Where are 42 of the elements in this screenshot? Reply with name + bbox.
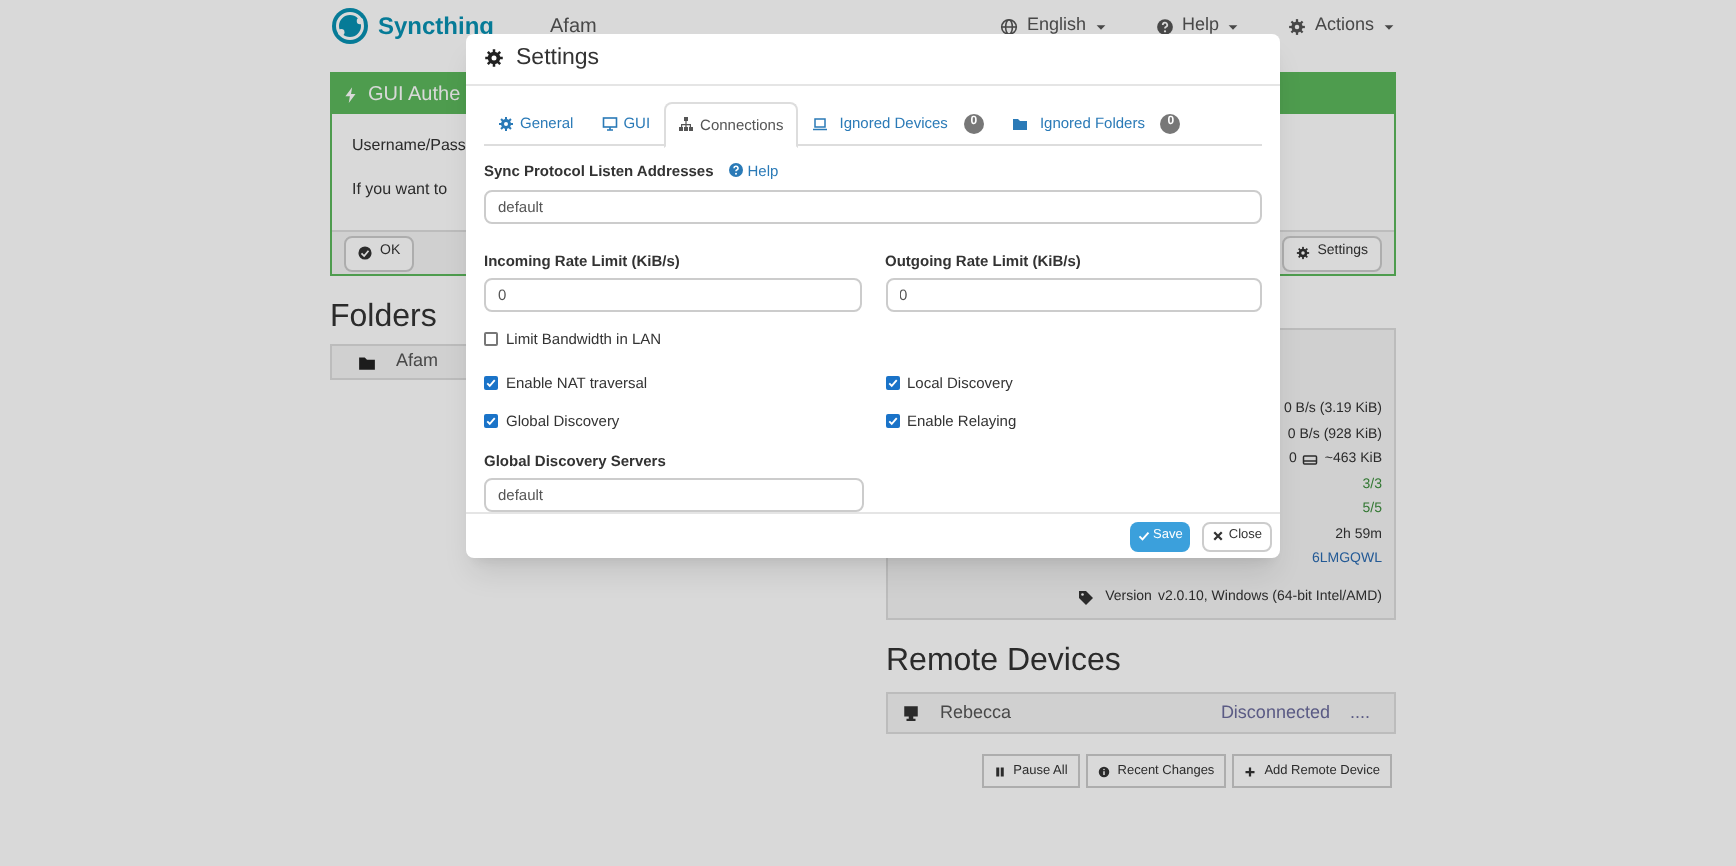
checkbox[interactable] (484, 332, 498, 347)
notice-text: If you want to (352, 178, 448, 202)
info-icon (1097, 765, 1110, 777)
checkbox[interactable] (885, 413, 899, 428)
folder-icon (358, 353, 376, 371)
panel-title: GUI Authe (368, 81, 461, 109)
gear-icon (484, 48, 504, 69)
section-heading: Folders (330, 298, 437, 338)
bolt-icon (342, 85, 360, 103)
drive-icon (1302, 452, 1319, 469)
brand-name[interactable]: Syncthing (378, 8, 495, 44)
laptop-icon (811, 115, 828, 132)
device-status-extra: .... (1349, 699, 1370, 726)
device-name: Afam (550, 13, 597, 41)
checkbox[interactable] (484, 413, 498, 428)
logo-icon (330, 6, 370, 46)
help-icon (727, 162, 744, 179)
check-circle-icon (358, 246, 372, 260)
gear-icon (498, 115, 514, 132)
check-icon (486, 415, 496, 426)
notice-text: Username/Pass (352, 134, 466, 158)
device-status: Disconnected (1220, 699, 1330, 726)
section-heading: Remote Devices (886, 642, 1121, 682)
close-icon (1212, 530, 1225, 543)
check-icon (887, 415, 897, 426)
gear-icon (1288, 17, 1307, 35)
check-icon (887, 377, 897, 388)
sitemap-icon (678, 116, 695, 133)
check-icon (486, 377, 496, 388)
dialog-title: Settings (516, 43, 600, 74)
nav-menu[interactable]: Actions (1288, 12, 1396, 40)
monitor-icon (601, 115, 618, 132)
caret-icon (1382, 19, 1396, 33)
tag-icon (1077, 589, 1094, 606)
nav-menu[interactable]: English (1000, 12, 1108, 40)
device-icon (902, 704, 920, 722)
gear-icon (1295, 246, 1310, 260)
check-icon (1137, 530, 1150, 543)
globe-icon (1000, 17, 1019, 35)
plus-icon (1244, 765, 1257, 777)
device-row[interactable]: Rebecca Disconnected .... (886, 692, 1396, 734)
pause-icon (993, 765, 1006, 777)
